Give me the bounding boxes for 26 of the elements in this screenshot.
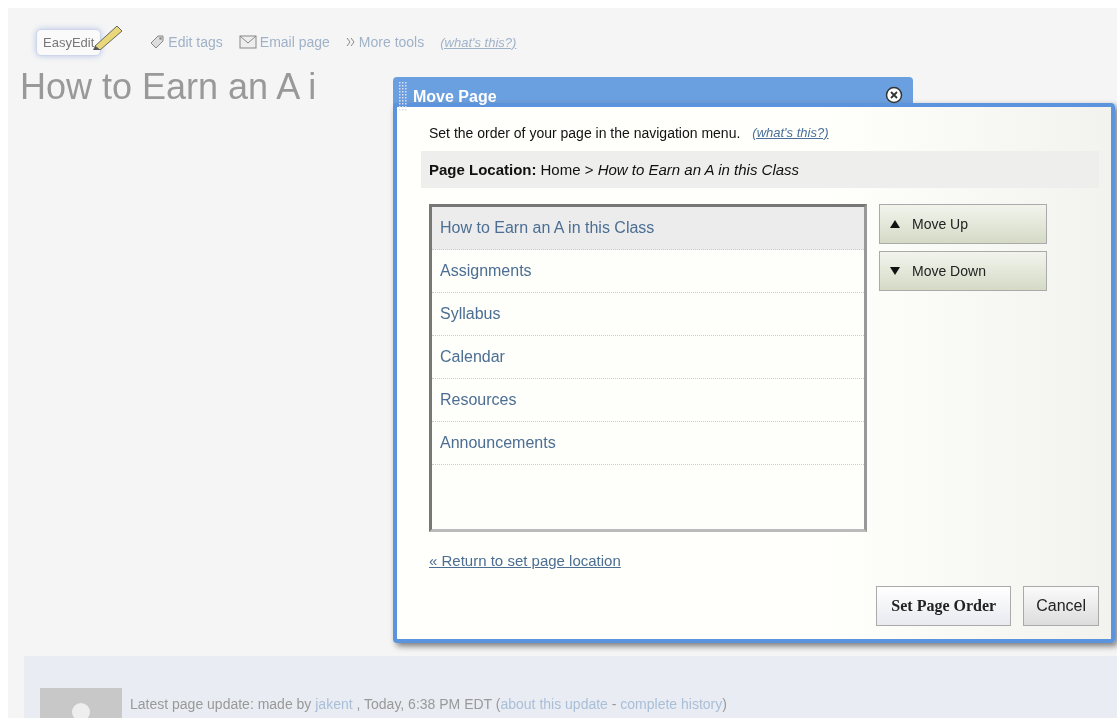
page-list-item[interactable]: Syllabus: [432, 293, 864, 336]
move-up-button[interactable]: Move Up: [879, 204, 1047, 244]
return-link[interactable]: « Return to set page location: [429, 552, 621, 569]
cancel-button[interactable]: Cancel: [1023, 586, 1099, 626]
update-text: Latest page update: made by jakent , Today, 6:38 PM EDT (about this update - complete history): [130, 696, 727, 714]
page-list-item[interactable]: Assignments: [432, 250, 864, 293]
double-chevron-icon: [345, 37, 356, 47]
dialog-title: Move Page: [413, 88, 498, 106]
location-path: Home > How to Earn an A in this Class: [540, 161, 800, 178]
page-list-item[interactable]: Announcements: [432, 422, 864, 465]
dialog-description: Set the order of your page in the navigation menu.: [429, 125, 741, 141]
grip-icon: [399, 82, 407, 112]
down-triangle-icon: [890, 267, 900, 275]
up-triangle-icon: [890, 220, 900, 228]
mail-icon: [238, 35, 257, 49]
page-list-item[interactable]: Resources: [432, 379, 864, 422]
move-down-button[interactable]: Move Down: [879, 251, 1047, 291]
page-list-item[interactable]: How to Earn an A in this Class: [432, 207, 864, 250]
tag-icon: [149, 34, 166, 50]
help-link[interactable]: (what's this?): [752, 125, 829, 141]
close-icon[interactable]: [885, 86, 903, 104]
page-list-item[interactable]: Calendar: [432, 336, 864, 379]
easyedit-button[interactable]: EasyEdit: [36, 28, 102, 56]
location-label: Page Location:: [429, 161, 537, 178]
set-page-order-button[interactable]: Set Page Order: [876, 586, 1012, 626]
page-title: How to Earn an A i: [20, 66, 317, 108]
